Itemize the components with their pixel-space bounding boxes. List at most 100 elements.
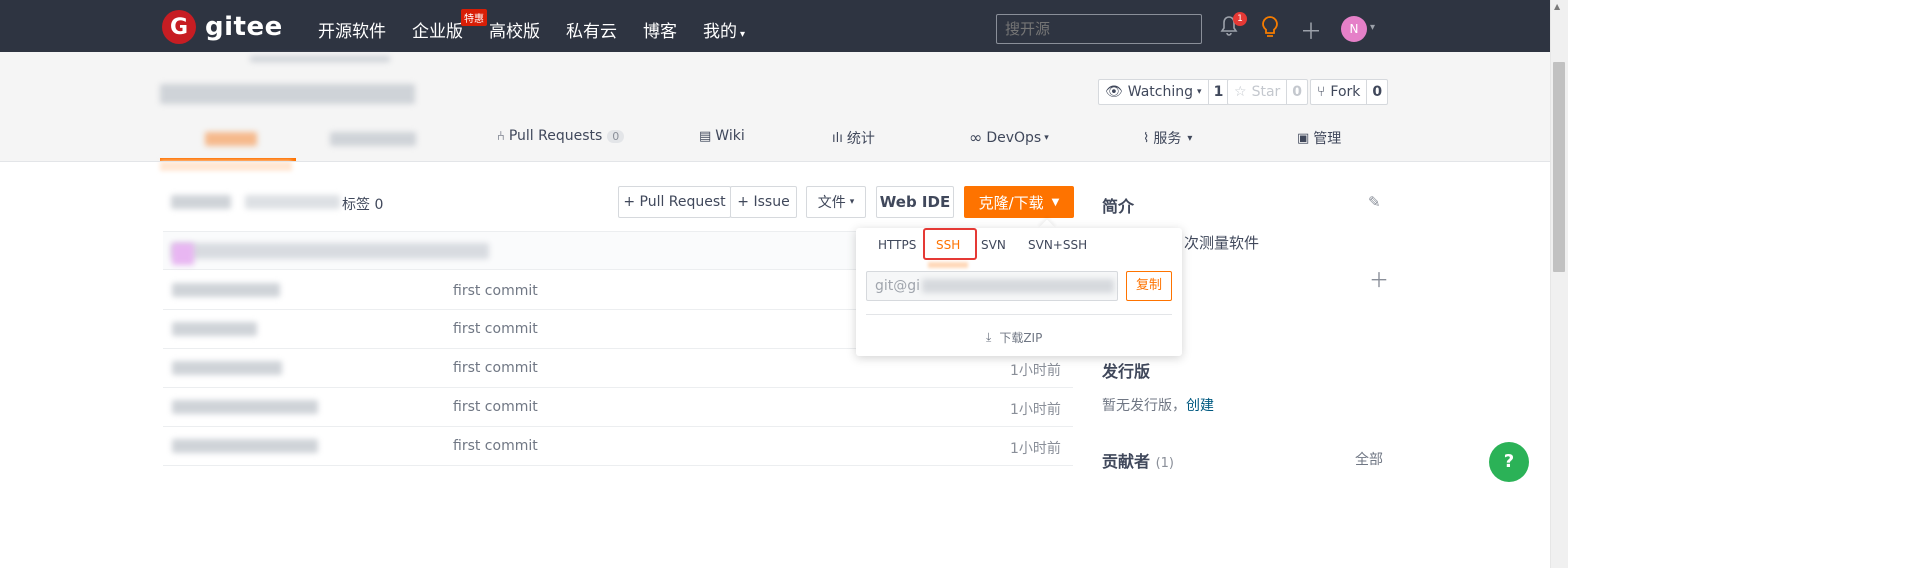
contributors-title-text: 贡献者 [1102,452,1151,471]
nav-enterprise-label: 企业版 [412,22,463,42]
file-menu-button[interactable]: 文件 ▾ [806,186,866,218]
clone-tab-svn[interactable]: SVN [981,238,1006,252]
blank-area [1568,0,1921,568]
gitee-logo-text: gitee [205,12,283,42]
fork-button[interactable]: ⑂ Fork 0 [1310,79,1389,105]
intro-text: 次测量软件 [1184,234,1260,252]
caret-down-icon: ▼ [1051,196,1060,208]
intro-title: 简介 [1102,197,1135,216]
book-icon: ▤ [699,128,712,144]
chevron-down-icon: ▾ [740,29,746,40]
edit-icon[interactable]: ✎ [1368,193,1381,211]
branch-count-blurred[interactable] [245,195,340,209]
tags-count[interactable]: 标签 0 [342,194,383,214]
clone-tab-svn-ssh[interactable]: SVN+SSH [1028,238,1087,252]
file-name-blurred[interactable] [172,322,257,336]
lightbulb-icon[interactable] [1259,15,1281,37]
file-menu-label: 文件 [817,195,846,211]
commit-message[interactable]: first commit [453,399,538,415]
nav-open-source[interactable]: 开源软件 [318,17,386,42]
download-zip-link[interactable]: ⤓ 下载ZIP [986,329,1042,346]
download-zip-label: 下载ZIP [999,331,1043,345]
plus-icon[interactable]: ＋ [1300,14,1322,46]
fork-label: Fork [1330,84,1361,100]
tab-issues-blurred[interactable] [330,132,416,146]
plus-icon[interactable]: ＋ [1369,264,1389,293]
nav-mine[interactable]: 我的 ▾ [703,17,745,42]
tab-services[interactable]: ⌇ 服务 ▾ [1143,128,1192,148]
tab-pull-requests[interactable]: ⑃ Pull Requests 0 [497,128,625,144]
bar-chart-icon: ılı [832,130,843,146]
file-name-blurred[interactable] [172,361,282,375]
avatar[interactable]: N [1341,16,1367,42]
clone-tab-https[interactable]: HTTPS [878,238,916,252]
pull-request-icon: ⑃ [497,128,505,144]
gitee-logo-icon: G [162,10,196,44]
gitee-logo[interactable]: G gitee [162,10,283,44]
nav-education[interactable]: 高校版 [489,17,540,42]
file-name-blurred[interactable] [172,283,280,297]
nav-private-cloud[interactable]: 私有云 [566,17,617,42]
chevron-down-icon[interactable]: ▾ [1370,22,1375,33]
star-button[interactable]: ☆ Star 0 [1227,79,1309,105]
watch-label: Watching [1127,84,1194,100]
tab-devops[interactable]: ∞ DevOps ▾ [969,128,1049,147]
watch-button[interactable]: 👁 Watching ▾ 1 [1098,79,1230,105]
commit-message[interactable]: first commit [453,438,538,454]
star-icon: ☆ [1234,84,1247,100]
branch-selector-blurred[interactable] [171,195,231,209]
contributors-count: (1) [1155,456,1175,471]
commit-time: 1小时前 [1010,402,1061,418]
scroll-up-arrow-icon[interactable]: ▲ [1554,2,1560,11]
dropdown-divider [866,314,1172,315]
commit-time: 1小时前 [1010,363,1061,379]
commit-message[interactable]: first commit [453,283,538,299]
file-name-blurred[interactable] [172,400,318,414]
tab-devops-label: DevOps [986,129,1042,146]
tab-stats[interactable]: ılı 统计 [832,128,875,148]
watch-count: 1 [1207,80,1229,104]
nav-enterprise[interactable]: 企业版 特惠 [412,9,487,42]
clone-tab-active-indicator [928,262,968,268]
chevron-down-icon: ▾ [1187,132,1193,144]
star-label: Star [1251,84,1281,100]
create-release-link[interactable]: 创建 [1186,398,1214,414]
new-issue-button[interactable]: + Issue [730,186,797,218]
commit-message[interactable]: first commit [453,360,538,376]
fork-icon: ⑂ [1317,84,1326,100]
repo-title-blurred [160,84,415,104]
clone-download-button[interactable]: 克隆/下载 ▼ [964,186,1074,218]
file-name-blurred[interactable] [172,439,318,453]
nav-blog[interactable]: 博客 [643,17,677,42]
scrollbar-thumb[interactable] [1553,62,1565,272]
repo-title-shadow [250,56,390,62]
tab-wiki[interactable]: ▤ Wiki [699,128,745,144]
document-icon: ▣ [1297,130,1310,146]
chevron-down-icon: ▾ [1197,87,1202,97]
help-button[interactable]: ? [1489,442,1529,482]
tab-code-blurred[interactable] [205,132,257,146]
new-pull-request-button[interactable]: + Pull Request [618,186,731,218]
tab-stats-label: 统计 [846,131,875,147]
web-ide-button[interactable]: Web IDE [876,186,954,218]
main-nav: 开源软件 企业版 特惠 高校版 私有云 博客 我的 ▾ [318,9,771,42]
header-divider [0,161,1550,162]
search-input[interactable] [996,14,1202,44]
fork-count: 0 [1366,80,1387,104]
tab-services-label: 服务 [1153,131,1182,147]
contributors-all-link[interactable]: 全部 [1355,449,1383,469]
ssh-tab-highlight-box [923,228,977,260]
nav-mine-label: 我的 [703,22,737,42]
infinity-icon: ∞ [969,128,983,147]
repo-tabs: ⑃ Pull Requests 0 ▤ Wiki ılı 统计 ∞ DevOps… [0,128,1550,150]
tab-pull-requests-label: Pull Requests [508,128,603,144]
tab-manage[interactable]: ▣ 管理 [1297,128,1341,148]
eye-icon: 👁 [1105,84,1123,100]
notification-count-badge: 1 [1233,12,1247,26]
commit-time: 1小时前 [1010,441,1061,457]
copy-button[interactable]: 复制 [1126,271,1172,301]
tab-manage-label: 管理 [1313,131,1342,147]
commit-message[interactable]: first commit [453,321,538,337]
author-avatar-blurred [172,243,194,265]
promo-badge: 特惠 [461,9,487,26]
